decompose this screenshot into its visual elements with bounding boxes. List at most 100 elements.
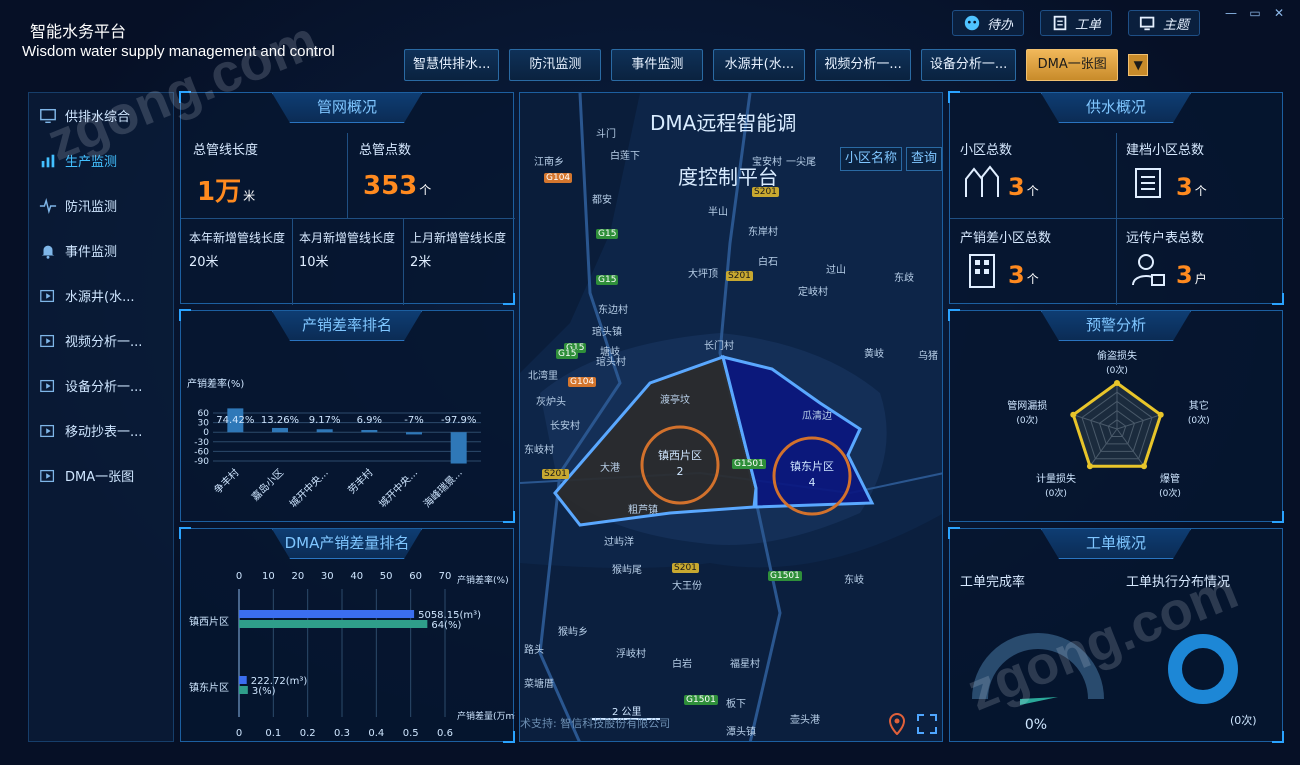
sidebar-item-label: 水源井(水... (65, 290, 135, 305)
dma-map[interactable]: 镇西片区 2 镇东片区 4 2 公里 斗门 江南乡 白莲下 宝安村 一尖尾 都安 半山 东岸村… (519, 92, 943, 742)
tab-event[interactable]: 事件监测 (611, 49, 704, 81)
bar[interactable] (361, 429, 378, 433)
divider (181, 218, 515, 219)
road-badge: G104 (544, 173, 573, 183)
data-label: -7% (404, 415, 423, 426)
bar[interactable] (450, 432, 467, 464)
tab-video[interactable]: 视频分析一... (815, 49, 911, 81)
archived-community-unit: 个 (1194, 184, 1207, 198)
sidebar-item-device[interactable]: 设备分析一... (29, 363, 173, 408)
todo-button[interactable]: 待办 (951, 10, 1024, 36)
tab-dma[interactable]: DMA一张图 (1026, 49, 1119, 81)
module-tabs: 智慧供排水... 防汛监测 事件监测 水源井(水... 视频分析一... 设备分… (404, 49, 1149, 81)
y-tick-label: 60 (198, 409, 210, 419)
radar-axis-label: 偷盗损失 (1097, 349, 1137, 362)
theme-button[interactable]: 主题 (1127, 10, 1200, 36)
map-place-label: 白石 (758, 257, 778, 268)
bar-rate[interactable] (239, 686, 248, 694)
bar[interactable] (272, 427, 288, 433)
road-badge: G1501 (768, 571, 802, 581)
map-place-label: 渡亭坟 (660, 395, 690, 406)
tab-device[interactable]: 设备分析一... (920, 49, 1017, 81)
query-button[interactable]: 查询 (906, 147, 942, 171)
x-tick-label: 嘉岛小区 (249, 466, 286, 503)
app-subtitle: Wisdom water supply management and contr… (22, 43, 335, 60)
fullscreen-icon[interactable] (916, 713, 938, 735)
bottom-tick-label: 0 (236, 728, 242, 739)
location-pin-icon[interactable] (888, 713, 906, 735)
remote-meter-value: 3户 (1176, 261, 1207, 289)
map-canvas: 镇西片区 2 镇东片区 4 2 公里 (520, 93, 942, 741)
top-tick-label: 30 (321, 571, 334, 582)
community-total-label: 小区总数 (960, 143, 1013, 158)
bar[interactable] (316, 429, 333, 433)
category-label: 镇东片区 (189, 681, 229, 694)
sidebar-item-production[interactable]: 生产监测 (29, 138, 173, 183)
top-tick-label: 50 (380, 571, 393, 582)
sidebar-item-label: 供排水综合 (65, 110, 131, 125)
road-badge: S201 (726, 271, 753, 281)
map-place-label: 白岩 (672, 659, 692, 670)
zone-east-count: 4 (809, 476, 816, 489)
month-new-value: 10米 (299, 255, 329, 270)
play-icon (40, 469, 55, 482)
alert-analysis-panel: 预警分析 偷盗损失 (0次) 其它 (0次) 爆管 (0次) 计量损失 (0次) 管网漏损 (0次… (948, 309, 1284, 523)
bar-amount[interactable] (239, 610, 415, 618)
bar-rate[interactable] (239, 620, 428, 628)
radar-point[interactable] (1114, 380, 1120, 386)
map-place-label: 板下 (726, 699, 746, 710)
sidebar-item-video[interactable]: 视频分析一... (29, 318, 173, 363)
sidebar-item-event[interactable]: 事件监测 (29, 228, 173, 273)
total-length-unit: 米 (243, 189, 256, 203)
x-tick-label: 争丰村 (211, 466, 241, 496)
workorder-button[interactable]: 工单 (1039, 10, 1112, 36)
radar-point[interactable] (1157, 411, 1164, 418)
last-month-label: 上月新增管线长度 (410, 231, 507, 245)
map-place-label: 都安 (592, 195, 612, 206)
radar-point[interactable] (1070, 411, 1077, 418)
minimize-icon[interactable]: — (1224, 6, 1238, 20)
y-axis-label: 产销差率(%) (187, 377, 244, 390)
sidebar-item-dma[interactable]: DMA一张图 (29, 453, 173, 498)
radar-point[interactable] (1086, 463, 1093, 470)
radar-axis-value: (0次) (1106, 364, 1128, 376)
bottom-axis-label: 产销差量(万m³) (457, 710, 515, 722)
sidebar-item-label: 视频分析一... (65, 335, 143, 350)
sidebar: 供排水综合 生产监测 防汛监测 事件监测 水源井(水... 视频分析一... 设… (28, 92, 174, 742)
play-icon (40, 289, 55, 302)
remote-meter-label: 远传户表总数 (1126, 231, 1205, 246)
restore-icon[interactable]: ▭ (1248, 6, 1262, 20)
pulse-icon (39, 197, 57, 214)
tab-flood[interactable]: 防汛监测 (509, 49, 602, 81)
sidebar-item-flood[interactable]: 防汛监测 (29, 183, 173, 228)
road-badge: G15 (596, 229, 619, 239)
radar-axis-label: 爆管 (1160, 472, 1180, 485)
bar-amount[interactable] (239, 676, 247, 684)
bell-icon (41, 245, 55, 259)
tab-dropdown-button[interactable]: ▼ (1128, 54, 1149, 76)
close-icon[interactable]: ✕ (1272, 6, 1286, 20)
tab-well[interactable]: 水源井(水... (713, 49, 806, 81)
divider (292, 218, 293, 305)
sidebar-item-overview[interactable]: 供排水综合 (29, 93, 173, 138)
user-meter-icon (1132, 254, 1165, 286)
road-badge: S201 (542, 469, 569, 479)
todo-label: 待办 (986, 17, 1013, 33)
top-tick-label: 0 (236, 571, 242, 582)
road-badge: G1501 (684, 695, 718, 705)
community-name-search[interactable]: 小区名称 (840, 147, 903, 171)
bar[interactable] (406, 432, 422, 435)
diff-rank-chart: 产销差率(%) 60300-30-60-90 74.42% 争丰村 13.26% 嘉岛小… (187, 377, 481, 510)
map-place-label: 壶头港 (790, 715, 820, 726)
radar-point[interactable] (1141, 463, 1148, 470)
data-label: 13.26% (261, 415, 299, 426)
sidebar-item-well[interactable]: 水源井(水... (29, 273, 173, 318)
panel-title: 管网概况 (272, 93, 422, 123)
divider (403, 218, 404, 305)
map-place-label: 琯头镇 (592, 327, 622, 338)
sidebar-item-meter[interactable]: 移动抄表一... (29, 408, 173, 453)
map-place-label: 东边村 (598, 305, 628, 316)
top-tick-label: 70 (439, 571, 452, 582)
alert-radar-chart: 偷盗损失 (0次) 其它 (0次) 爆管 (0次) 计量损失 (0次) 管网漏损 (0次) (1007, 349, 1209, 499)
tab-smart-water[interactable]: 智慧供排水... (404, 49, 500, 81)
